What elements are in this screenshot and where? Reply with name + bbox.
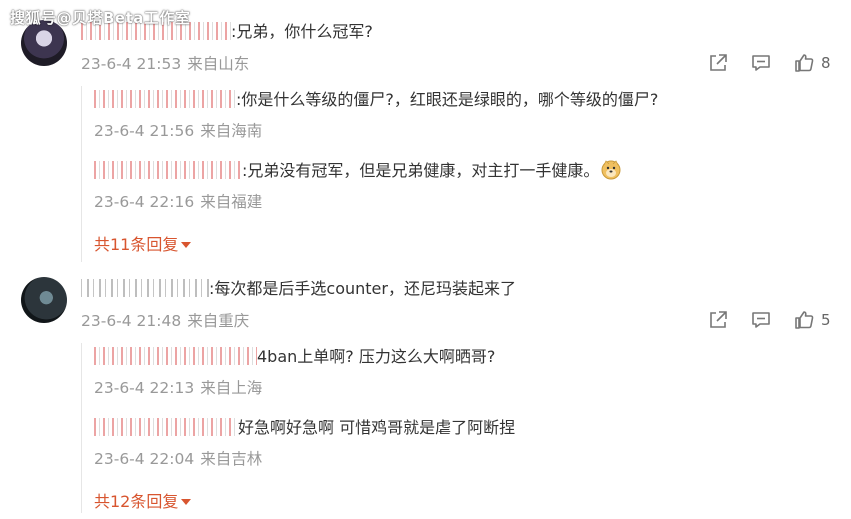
caret-down-icon [181,242,192,248]
comment-icon[interactable] [750,52,772,74]
share-icon[interactable] [707,52,729,74]
redacted-username[interactable] [94,418,238,436]
comment-actions: 5 [707,309,831,331]
reply-time: 23-6-4 22:16 [94,193,195,211]
reply-text: 4ban上单啊? 压力这么大啊晒哥? [257,347,496,366]
reply-meta: 23-6-4 22:16 来自福建 [94,192,262,212]
thumbs-up-icon[interactable] [793,309,815,331]
reply-meta: 23-6-4 22:13 来自上海 [94,378,262,398]
comment-time: 23-6-4 21:48 [81,312,182,330]
thumbs-up-icon[interactable] [793,52,815,74]
reply-list: 4ban上单啊? 压力这么大啊晒哥? 23-6-4 22:13 来自上海 好急啊好… [81,343,682,513]
reply-text-line: :你是什么等级的僵尸?，红眼还是绿眼的，哪个等级的僵尸? [94,89,658,111]
reply-time: 23-6-4 21:56 [94,122,195,140]
caret-down-icon [181,499,192,505]
redacted-username[interactable] [81,279,209,297]
reply-text-line: 4ban上单啊? 压力这么大啊晒哥? [94,346,495,368]
comment-actions: 8 [707,52,831,74]
reply-meta: 23-6-4 21:56 来自海南 [94,121,262,141]
comment-text-line: :每次都是后手选counter，还尼玛装起来了 [81,278,516,300]
reply-location: 来自海南 [200,122,263,140]
reply-location: 来自吉林 [200,450,263,468]
doge-emoji-icon [601,160,621,180]
comment-text: :每次都是后手选counter，还尼玛装起来了 [209,279,516,298]
reply-text: :兄弟没有冠军，但是兄弟健康，对主打一手健康。 [242,161,600,180]
comment-text: :兄弟，你什么冠军? [231,22,373,41]
more-replies-link[interactable]: 共12条回复 [94,488,192,512]
reply-text-line: 好急啊好急啊 可惜鸡哥就是虐了阿断捏 [94,417,515,439]
comment-location: 来自重庆 [187,312,250,330]
more-replies-label: 共11条回复 [94,235,179,254]
comment-meta: 23-6-4 21:48 来自重庆 [81,311,249,331]
like-count: 8 [821,54,831,72]
reply-text-line: :兄弟没有冠军，但是兄弟健康，对主打一手健康。 [94,160,621,182]
comment-location: 来自山东 [187,55,250,73]
redacted-username[interactable] [94,347,257,365]
reply-meta: 23-6-4 22:04 来自吉林 [94,449,262,469]
comment-icon[interactable] [750,309,772,331]
reply-text: 好急啊好急啊 可惜鸡哥就是虐了阿断捏 [238,418,516,437]
reply-time: 23-6-4 22:13 [94,379,195,397]
reply-text: :你是什么等级的僵尸?，红眼还是绿眼的，哪个等级的僵尸? [236,90,659,109]
watermark: 搜狐号@贝塔Beta工作室 [10,9,191,27]
reply-list: :你是什么等级的僵尸?，红眼还是绿眼的，哪个等级的僵尸? 23-6-4 21:5… [81,86,682,262]
reply-time: 23-6-4 22:04 [94,450,195,468]
share-icon[interactable] [707,309,729,331]
more-replies-label: 共12条回复 [94,492,179,511]
redacted-username[interactable] [94,90,236,108]
more-replies-link[interactable]: 共11条回复 [94,231,192,255]
like-count: 5 [821,311,831,329]
reply-location: 来自上海 [200,379,263,397]
comment-time: 23-6-4 21:53 [81,55,182,73]
redacted-username[interactable] [94,161,242,179]
reply-location: 来自福建 [200,193,263,211]
avatar[interactable] [21,277,67,323]
comment-meta: 23-6-4 21:53 来自山东 [81,54,249,74]
